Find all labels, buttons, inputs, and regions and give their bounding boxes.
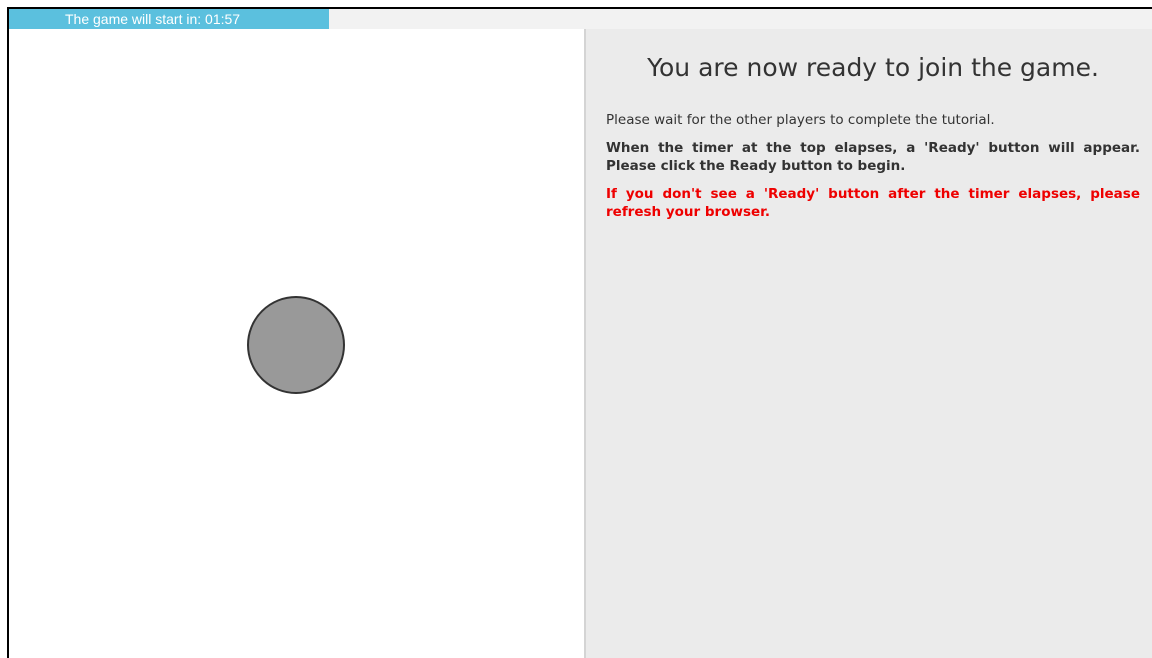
app-frame: The game will start in: 01:57 You are no… (7, 7, 1152, 658)
top-bar: The game will start in: 01:57 (9, 9, 1152, 29)
ready-instructions: When the timer at the top elapses, a 'Re… (606, 140, 1140, 174)
instructions-panel: You are now ready to join the game. Plea… (586, 29, 1152, 658)
game-canvas[interactable] (9, 29, 584, 658)
page-title: You are now ready to join the game. (647, 53, 1099, 82)
refresh-warning: If you don't see a 'Ready' button after … (606, 186, 1140, 220)
countdown-timer-label: The game will start in: 01:57 (65, 11, 241, 27)
wait-message: Please wait for the other players to com… (606, 112, 995, 128)
player-circle (247, 296, 345, 394)
countdown-timer-bar: The game will start in: 01:57 (9, 9, 329, 29)
